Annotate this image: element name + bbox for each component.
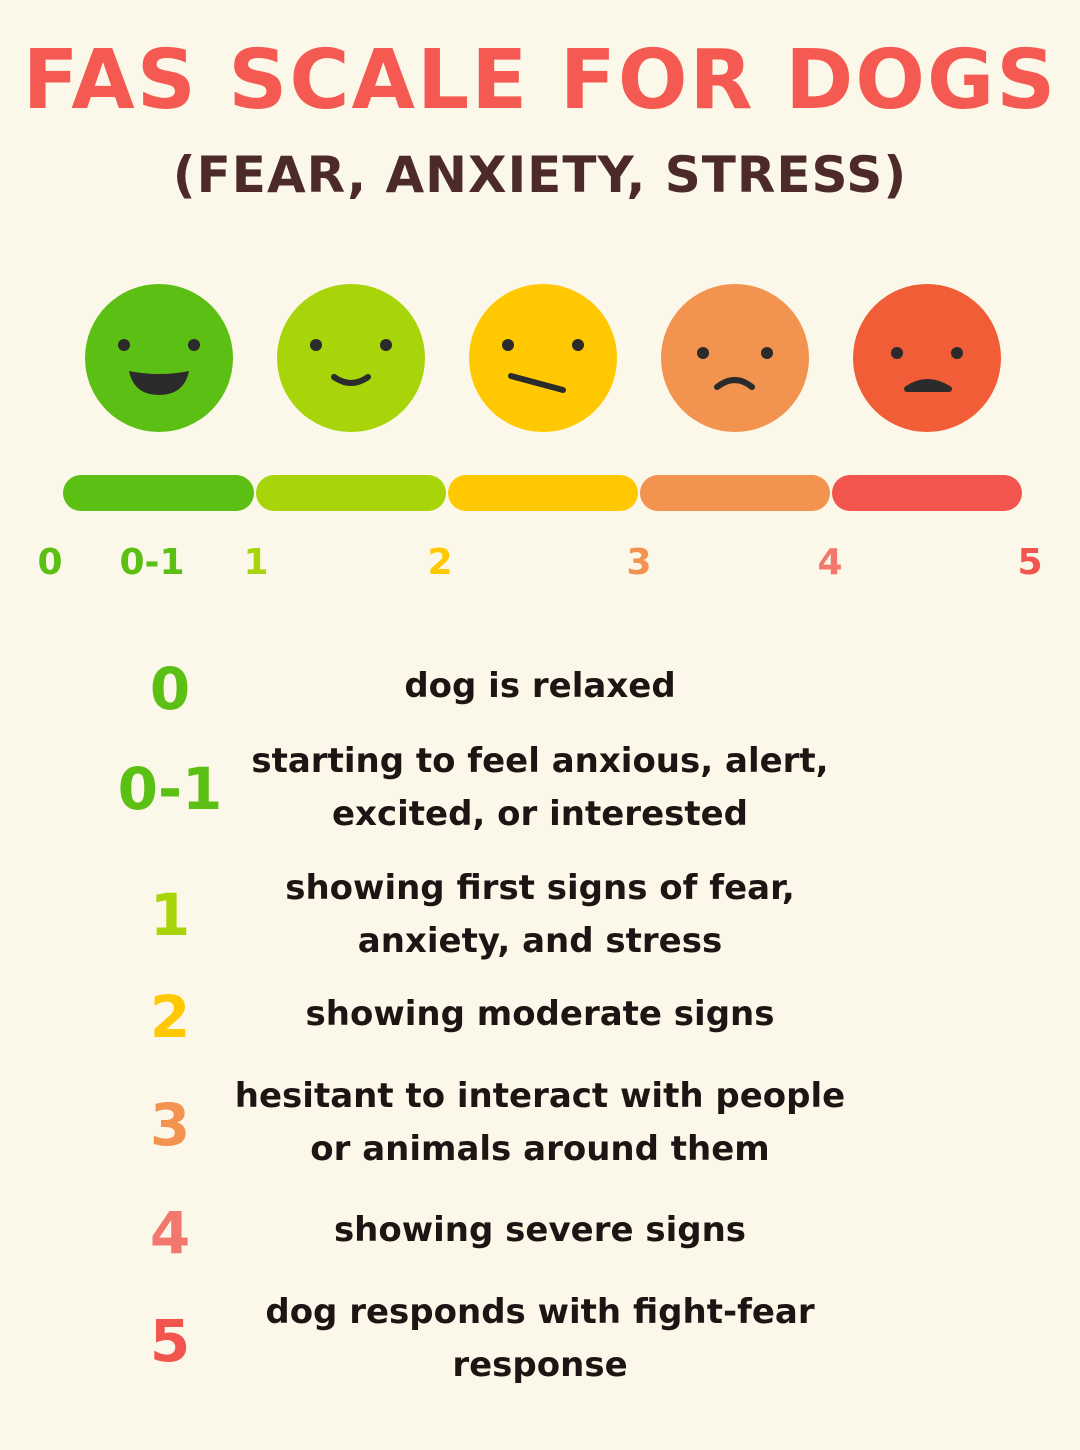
scale-tick-label: 4 — [817, 542, 843, 583]
level-description: showing moderate signs — [305, 994, 775, 1034]
level-description: showing first signs of fear, anxiety, an… — [285, 868, 795, 961]
sad-face-icon — [852, 283, 1002, 433]
scale-bar-segment-0-1 — [63, 475, 254, 511]
big-smile-face-icon — [84, 283, 234, 433]
scale-tick-label: 1 — [243, 542, 269, 583]
unsure-face-icon — [468, 283, 618, 433]
scale-tick-label: 5 — [1017, 542, 1043, 583]
frown-face-icon — [660, 283, 810, 433]
face-row — [0, 283, 1080, 433]
level-description: hesitant to interact with people or anim… — [234, 1076, 846, 1169]
scale-bar-segment-4-5 — [832, 475, 1022, 511]
scale-bar-segment-3-4 — [640, 475, 830, 511]
scale-tick-label: 0 — [37, 542, 63, 583]
level-description: dog is relaxed — [404, 666, 676, 706]
page-subtitle: (FEAR, ANXIETY, STRESS) — [172, 146, 908, 204]
scale-bar-segment-2-3 — [448, 475, 638, 511]
level-description: dog responds with fight-fear response — [265, 1292, 815, 1385]
scale-tick-label: 2 — [427, 542, 453, 583]
scale-tick-label: 3 — [626, 542, 652, 583]
smile-face-icon — [276, 283, 426, 433]
page-title: FAS SCALE FOR DOGS — [22, 33, 1058, 128]
level-description: starting to feel anxious, alert, excited… — [251, 741, 829, 834]
level-description: showing severe signs — [333, 1210, 747, 1250]
scale-tick-label: 0-1 — [119, 542, 185, 583]
scale-bar-segment-1-2 — [256, 475, 446, 511]
